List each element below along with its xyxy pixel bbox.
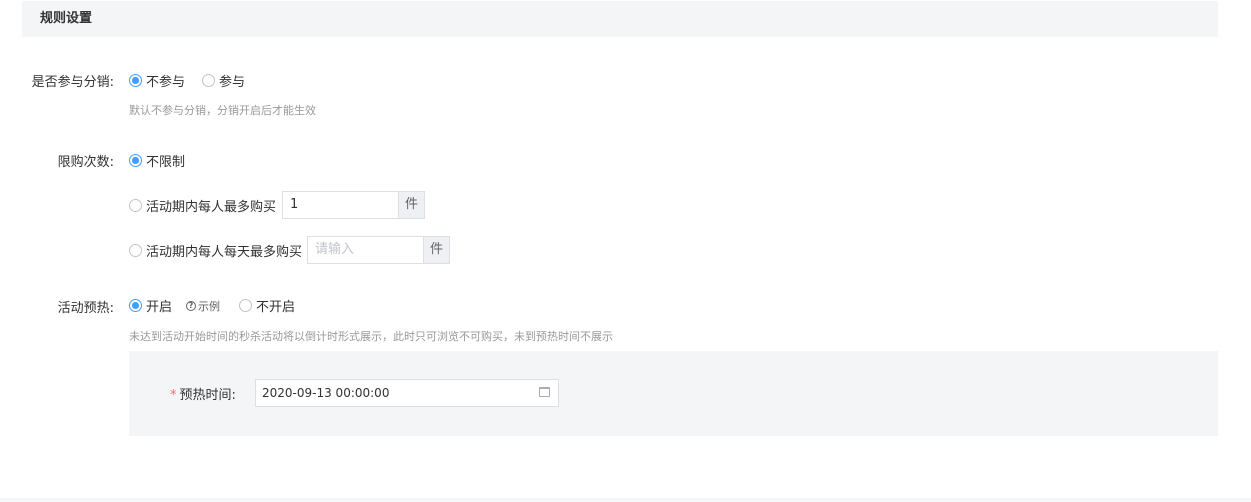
example-label: 示例	[198, 300, 220, 313]
radio-per-person-label: 活动期内每人最多购买	[146, 200, 277, 215]
radio-preheat-off[interactable]: 不开启	[239, 296, 295, 315]
per-person-unit: 件	[398, 191, 425, 219]
preheat-label: 活动预热:	[57, 301, 114, 316]
radio-preheat-on-label: 开启	[146, 300, 173, 315]
distribution-tip: 默认不参与分销，分销开启后才能生效	[129, 104, 316, 117]
radio-preheat-off-label: 不开启	[256, 300, 296, 315]
radio-not-participate[interactable]: 不参与	[129, 71, 185, 90]
radio-not-participate-label: 不参与	[146, 75, 186, 90]
per-day-unit: 件	[423, 236, 450, 264]
radio-circle-checked	[129, 154, 142, 167]
radio-preheat-on[interactable]: 开启	[129, 296, 172, 315]
calendar-icon[interactable]	[539, 387, 550, 397]
radio-unlimited-label: 不限制	[146, 155, 186, 170]
preheat-time-label-text: 预热时间:	[179, 388, 236, 403]
per-person-input-group: 1 件	[282, 191, 425, 219]
preheat-time-input[interactable]: 2020-09-13 00:00:00	[255, 379, 559, 407]
purchase-limit-label: 限购次数:	[57, 155, 114, 170]
bottom-divider	[0, 498, 1251, 502]
radio-circle	[129, 199, 142, 212]
radio-participate[interactable]: 参与	[202, 71, 245, 90]
radio-per-person-limit[interactable]: 活动期内每人最多购买	[129, 196, 276, 215]
radio-circle	[239, 299, 252, 312]
distribution-label: 是否参与分销:	[31, 75, 114, 90]
section-header: 规则设置	[22, 1, 1218, 37]
question-circle-icon: ?	[186, 301, 196, 311]
radio-circle	[129, 244, 142, 257]
per-day-input-group: 请输入 件	[307, 236, 450, 264]
radio-per-day-limit[interactable]: 活动期内每人每天最多购买	[129, 241, 302, 260]
radio-circle-checked	[129, 74, 142, 87]
per-person-quantity-input[interactable]: 1	[282, 191, 398, 219]
preheat-time-value: 2020-09-13 00:00:00	[262, 386, 390, 400]
per-day-quantity-input[interactable]: 请输入	[307, 236, 423, 264]
radio-circle-checked	[129, 299, 142, 312]
radio-unlimited[interactable]: 不限制	[129, 151, 185, 170]
radio-participate-label: 参与	[219, 75, 246, 90]
radio-per-day-label: 活动期内每人每天最多购买	[146, 245, 303, 260]
preheat-tip: 未达到活动开始时间的秒杀活动将以倒计时形式展示，此时只可浏览不可购买，未到预热时…	[129, 330, 613, 343]
preheat-time-label: * 预热时间:	[170, 384, 236, 403]
radio-circle	[202, 74, 215, 87]
required-mark: *	[170, 388, 177, 403]
example-link[interactable]: ? 示例	[186, 298, 220, 314]
section-title: 规则设置	[40, 11, 93, 26]
